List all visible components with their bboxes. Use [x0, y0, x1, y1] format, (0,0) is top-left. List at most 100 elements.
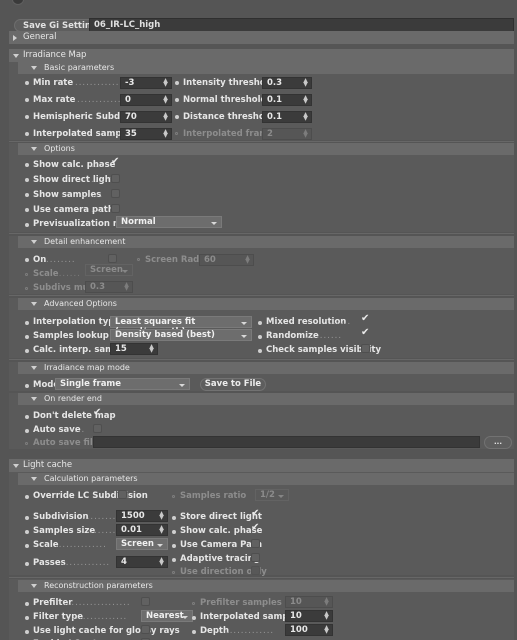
bullet-icon: [25, 530, 29, 534]
use-direction-only-checkbox: [251, 566, 260, 575]
spinner-arrows-icon[interactable]: ▲ ▼: [159, 511, 164, 521]
bullet-icon: [172, 495, 175, 498]
bullet-icon: [258, 321, 262, 325]
sub-rollout-calculation-parameters[interactable]: Calculation parameters: [18, 473, 514, 485]
divider: [9, 141, 514, 142]
distance-threshold-value: 0.1: [267, 112, 283, 122]
min-rate-spinner[interactable]: -3 ▲ ▼: [120, 77, 172, 89]
options-label: Options: [44, 144, 75, 153]
check-samples-visibility-checkbox[interactable]: [361, 344, 370, 353]
interpolated-samples-spinner[interactable]: 35 ▲ ▼: [120, 128, 172, 140]
dot-leader: ....: [91, 160, 106, 170]
prefilter-samples-value: 10: [290, 597, 302, 607]
sub-rollout-on-render-end[interactable]: On render end: [18, 393, 514, 405]
browse-file-button[interactable]: ...: [484, 436, 512, 449]
dont-delete-map-checkbox[interactable]: [93, 408, 102, 419]
depth-spinner[interactable]: 100 ▲ ▼: [285, 624, 333, 636]
show-samples-checkbox[interactable]: [111, 189, 120, 198]
spinner-arrows-icon[interactable]: ▲ ▼: [163, 95, 168, 105]
show-calc-phase-checkbox[interactable]: [111, 157, 120, 168]
min-rate-value: -3: [125, 78, 135, 88]
dont-delete-map-label: Don't delete map: [33, 411, 116, 421]
use-camera-path-lc-checkbox[interactable]: [251, 539, 260, 548]
sub-rollout-advanced-options[interactable]: Advanced Options: [18, 298, 514, 310]
sub-rollout-basic-parameters[interactable]: Basic parameters: [18, 62, 514, 74]
randomize-checkbox[interactable]: [361, 328, 370, 339]
lc-glossy-rays-checkbox[interactable]: [141, 625, 150, 634]
calc-interp-samples-spinner[interactable]: 15 ▲ ▼: [110, 343, 158, 355]
min-rate-label: Min rate: [33, 78, 74, 88]
dot-leader: ..: [95, 331, 103, 341]
divider: [9, 233, 514, 234]
samples-lookup-dropdown[interactable]: Density based (best): [110, 329, 252, 341]
spinner-arrows-icon: ▲ ▼: [303, 128, 308, 139]
max-rate-label: Max rate: [33, 95, 76, 105]
rollout-light-cache[interactable]: Light cache: [9, 459, 514, 472]
spinner-arrows-icon[interactable]: ▲ ▼: [159, 557, 164, 567]
bullet-icon: [25, 442, 28, 445]
auto-save-checkbox[interactable]: [93, 424, 102, 433]
dot-leader: ..............: [55, 540, 107, 550]
chevron-down-icon: [31, 240, 37, 244]
bullet-icon: [175, 132, 178, 135]
spinner-arrows-icon[interactable]: ▲ ▼: [303, 78, 308, 88]
sub-rollout-irradiance-map-mode[interactable]: Irradiance map mode: [18, 362, 514, 374]
subdivision-spinner[interactable]: 1500 ▲ ▼: [116, 510, 168, 522]
sub-rollout-options[interactable]: Options: [18, 143, 514, 155]
save-to-file-button[interactable]: Save to File: [200, 378, 266, 391]
filter-type-dropdown[interactable]: Nearest: [141, 610, 193, 622]
screen-radius-spinner: 60 ▲ ▼: [199, 254, 254, 266]
bullet-icon: [172, 558, 176, 562]
lc-interpolated-samples-spinner[interactable]: 10 ▲ ▼: [285, 610, 333, 622]
bullet-icon: [25, 163, 29, 167]
mode-dropdown[interactable]: Single frame: [55, 378, 190, 390]
sub-rollout-reconstruction-parameters[interactable]: Reconstruction parameters: [18, 580, 514, 592]
chevron-down-icon: [31, 366, 37, 370]
show-direct-light-checkbox[interactable]: [111, 174, 120, 183]
spinner-arrows-icon[interactable]: ▲ ▼: [324, 611, 329, 621]
lc-show-calc-phase-checkbox[interactable]: [251, 523, 260, 534]
sub-rollout-detail-enhancement[interactable]: Detail enhancement: [18, 236, 514, 248]
samples-size-spinner[interactable]: 0.01 ▲ ▼: [116, 524, 168, 536]
spinner-arrows-icon[interactable]: ▲ ▼: [163, 112, 168, 122]
rollout-general-label: General: [23, 32, 57, 42]
lc-scale-dropdown[interactable]: Screen: [116, 538, 168, 550]
interpolation-type-dropdown[interactable]: Least squares fit (good/smooth): [110, 316, 252, 337]
spinner-arrows-icon[interactable]: ▲ ▼: [163, 129, 168, 139]
distance-threshold-spinner[interactable]: 0.1 ▲ ▼: [262, 111, 312, 123]
auto-save-file-input[interactable]: [93, 436, 480, 448]
passes-label: Passes: [33, 558, 66, 568]
bullet-icon: [25, 258, 29, 262]
use-camera-path-checkbox[interactable]: [111, 204, 120, 213]
store-direct-light-checkbox[interactable]: [251, 509, 260, 520]
mixed-resolution-checkbox[interactable]: [361, 314, 370, 325]
divider: [9, 577, 514, 578]
mode-value: Single frame: [60, 379, 122, 389]
rollout-general[interactable]: General: [9, 31, 514, 44]
prefilter-checkbox[interactable]: [141, 597, 150, 606]
rollout-irradiance-map[interactable]: Irradiance Map: [9, 49, 514, 62]
spinner-arrows-icon[interactable]: ▲ ▼: [324, 625, 329, 635]
max-rate-spinner[interactable]: 0 ▲ ▼: [120, 94, 172, 106]
bullet-icon: [25, 349, 29, 353]
detail-on-checkbox[interactable]: [108, 254, 117, 263]
spinner-arrows-icon[interactable]: ▲ ▼: [163, 78, 168, 88]
max-rate-value: 0: [125, 95, 131, 105]
chevron-down-icon: [31, 66, 37, 70]
depth-value: 100: [290, 625, 308, 635]
previsualization-mode-dropdown[interactable]: Normal: [116, 216, 222, 228]
subdivision-value: 1500: [121, 511, 145, 521]
bullet-icon: [192, 602, 195, 605]
spinner-arrows-icon[interactable]: ▲ ▼: [159, 525, 164, 535]
intensity-threshold-spinner[interactable]: 0.3 ▲ ▼: [262, 77, 312, 89]
chevron-down-icon: [31, 397, 37, 401]
spinner-arrows-icon[interactable]: ▲ ▼: [149, 344, 154, 354]
adaptive-tracing-checkbox[interactable]: [251, 553, 260, 562]
override-lc-subdivision-checkbox[interactable]: [118, 490, 127, 499]
passes-spinner[interactable]: 4 ▲ ▼: [116, 556, 168, 568]
hemispheric-subdivision-spinner[interactable]: 70 ▲ ▼: [120, 111, 172, 123]
on-render-end-label: On render end: [44, 394, 102, 403]
normal-threshold-spinner[interactable]: 0.1 ▲ ▼: [262, 94, 312, 106]
spinner-arrows-icon[interactable]: ▲ ▼: [303, 112, 308, 122]
spinner-arrows-icon[interactable]: ▲ ▼: [303, 95, 308, 105]
